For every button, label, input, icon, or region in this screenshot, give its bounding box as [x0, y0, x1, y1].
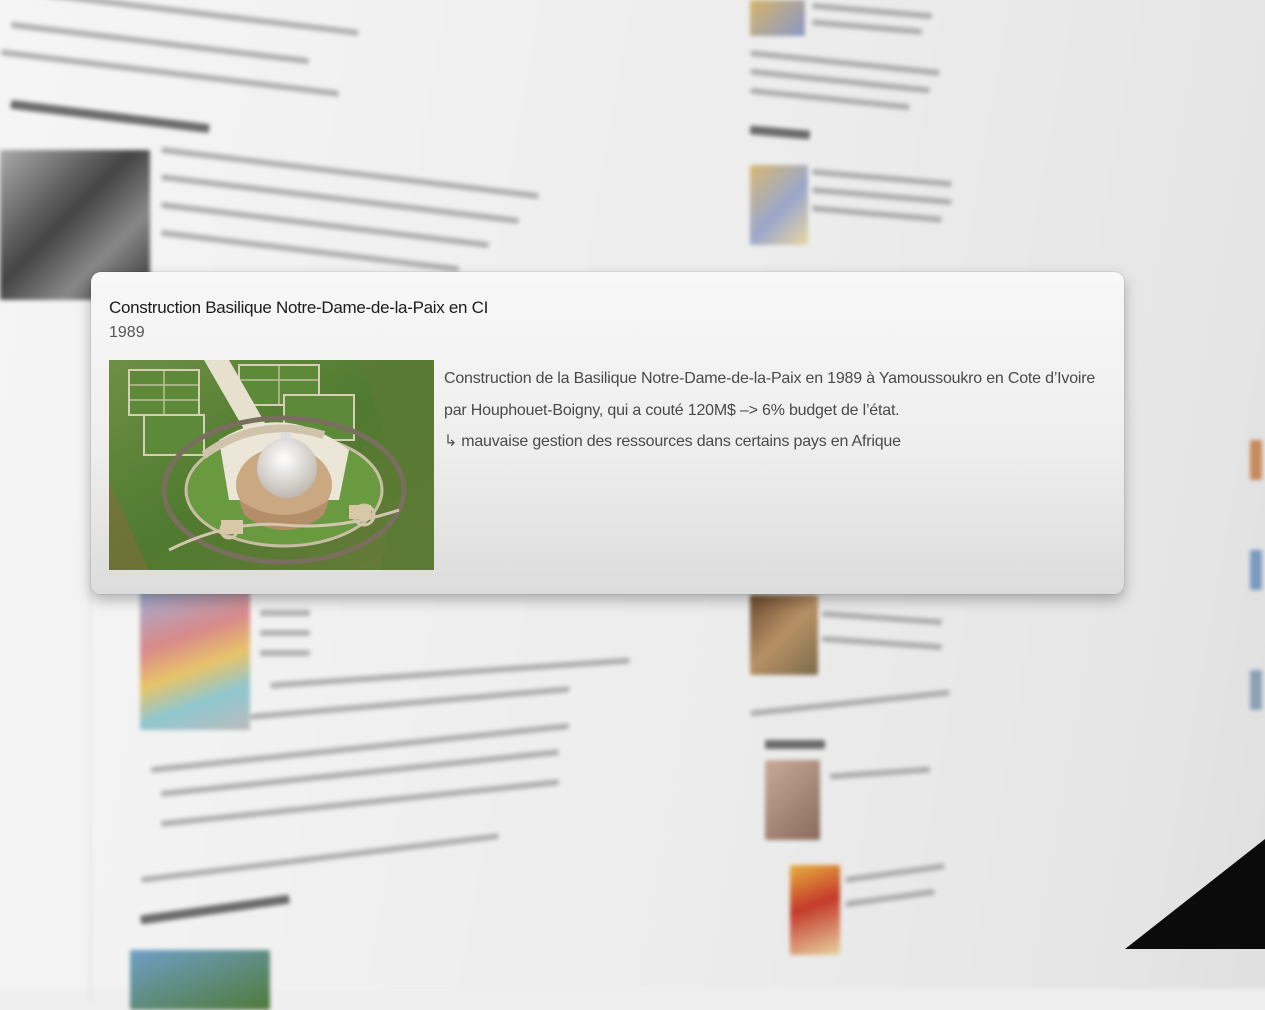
description-line-3-text: mauvaise gestion des ressources dans cer… — [461, 433, 901, 450]
event-date: 1989 — [109, 324, 145, 341]
background-far-right-strip — [1250, 440, 1265, 740]
return-arrow-icon: ↳ — [444, 433, 458, 450]
description-line-2: par Houphouet-Boigny, qui a couté 120M$ … — [444, 401, 900, 419]
event-description: Construction de la Basilique Notre-Dame-… — [444, 363, 1114, 458]
event-title: Construction Basilique Notre-Dame-de-la-… — [109, 298, 488, 317]
description-line-3: ↳ mauvaise gestion des ressources dans ce… — [444, 426, 1114, 458]
basilica-aerial-illustration — [109, 360, 434, 570]
event-image[interactable] — [109, 360, 434, 570]
description-line-1: Construction de la Basilique Notre-Dame-… — [444, 370, 1096, 387]
timeline-event-card[interactable]: Construction Basilique Notre-Dame-de-la-… — [91, 272, 1124, 594]
